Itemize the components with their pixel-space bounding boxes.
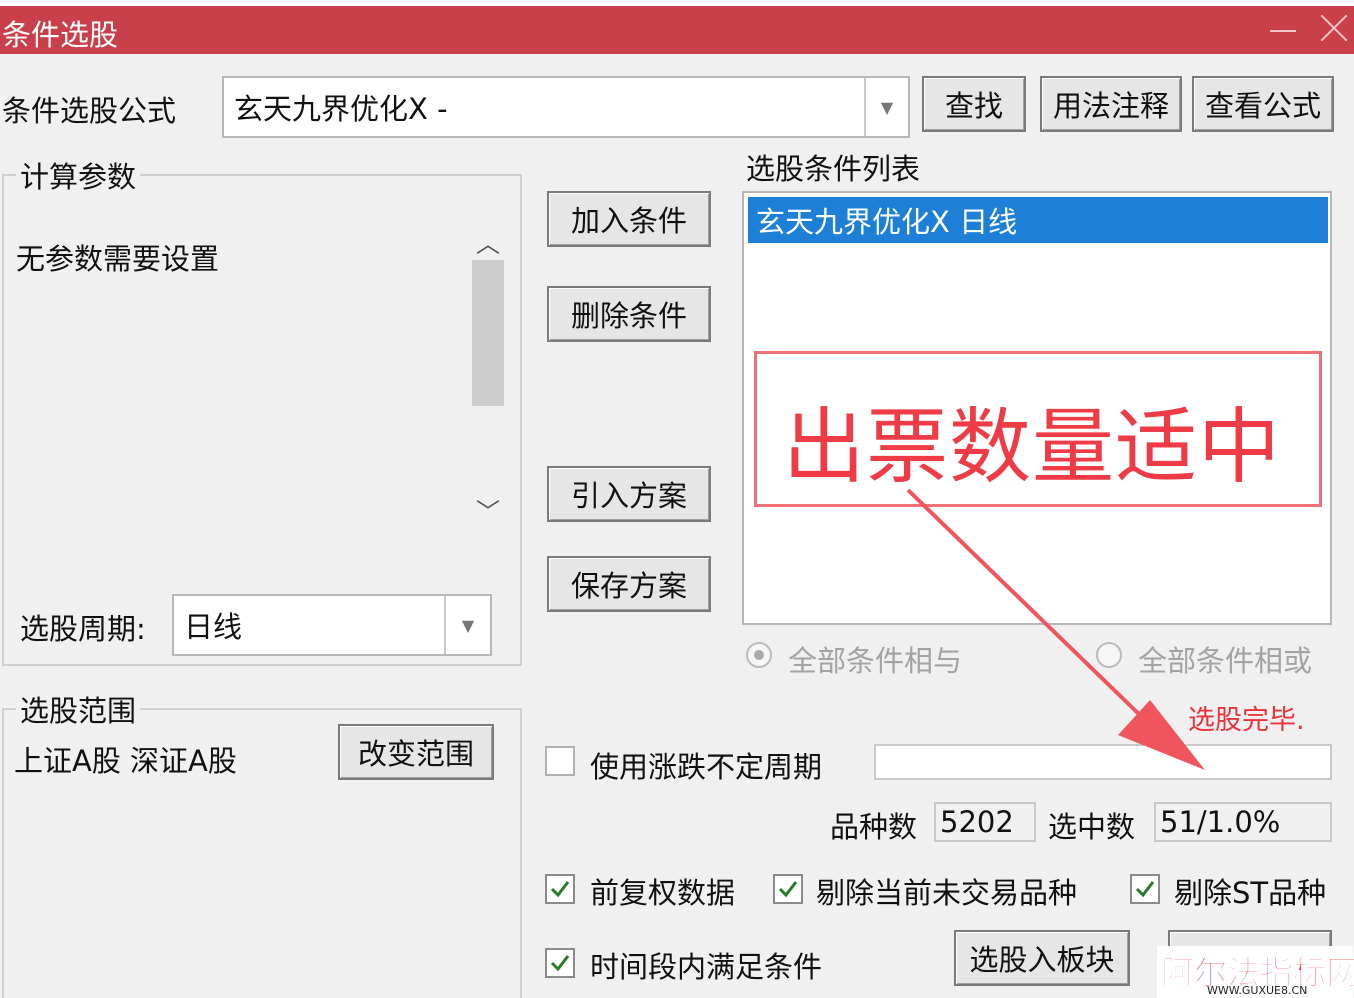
watermark-sub: WWW.GUXUE8.CN [1207,984,1308,997]
formula-dropdown[interactable]: 玄天九界优化X - ▼ [222,76,910,138]
scroll-up-icon[interactable]: ︿ [468,222,508,260]
checkmark-icon [550,955,570,972]
range-group-label: 选股范围 [16,688,141,730]
title-bar: 条件选股 [0,0,1354,54]
scroll-down-icon[interactable]: ﹀ [468,490,508,528]
time-range-checkbox[interactable] [545,948,575,978]
change-range-button[interactable]: 改变范围 [338,724,494,780]
minimize-icon[interactable] [1270,30,1296,32]
find-button[interactable]: 查找 [922,76,1026,132]
range-value: 上证A股 深证A股 [14,744,237,778]
exclude-untraded-checkbox[interactable] [773,874,803,904]
radio-all-or[interactable] [1096,642,1122,668]
formula-value: 玄天九界优化X - [234,92,448,126]
chevron-down-icon[interactable]: ▼ [444,596,490,654]
scroll-thumb[interactable] [472,260,504,406]
delete-condition-button[interactable]: 删除条件 [547,286,711,342]
exclude-st-checkbox[interactable] [1130,874,1160,904]
radio-all-or-label: 全部条件相或 [1138,644,1313,678]
variable-period-input[interactable] [874,744,1332,780]
time-range-label: 时间段内满足条件 [590,950,823,984]
chevron-down-icon[interactable]: ▼ [864,78,908,136]
forward-adjust-checkbox[interactable] [545,874,575,904]
formula-label: 条件选股公式 [2,94,177,128]
params-scrollbar[interactable]: ︿ ﹀ [468,220,508,530]
usage-notes-button[interactable]: 用法注释 [1040,76,1182,132]
annotation-box: 出票数量适中 [754,351,1322,507]
import-plan-button[interactable]: 引入方案 [547,466,711,522]
params-text: 无参数需要设置 [16,242,220,276]
count-label: 品种数 [830,810,918,844]
checkmark-icon [550,881,570,898]
radio-all-and[interactable] [746,642,772,668]
variable-period-label: 使用涨跌不定周期 [590,750,823,784]
selected-count-label: 选中数 [1048,810,1136,844]
period-value: 日线 [184,610,243,644]
period-dropdown[interactable]: 日线 ▼ [172,594,492,656]
annotation-text: 出票数量适中 [783,400,1282,495]
close-icon[interactable] [1318,12,1350,44]
exclude-st-label: 剔除ST品种 [1174,876,1327,910]
selected-count-value: 51/1.0% [1154,802,1332,842]
variable-period-checkbox[interactable] [545,746,575,776]
checkmark-icon [1135,881,1155,898]
radio-all-and-label: 全部条件相与 [788,644,963,678]
add-to-block-button[interactable]: 选股入板块 [954,930,1130,986]
add-condition-button[interactable]: 加入条件 [547,191,711,247]
window-title: 条件选股 [2,18,119,52]
watermark: 阿尔法指标网 WWW.GUXUE8.CN [1157,946,1354,998]
period-label: 选股周期: [20,612,146,646]
forward-adjust-label: 前复权数据 [590,876,736,910]
status-text: 选股完毕. [1188,705,1305,736]
list-item[interactable]: 玄天九界优化X 日线 [748,197,1328,243]
exclude-untraded-label: 剔除当前未交易品种 [816,876,1078,910]
view-formula-button[interactable]: 查看公式 [1192,76,1334,132]
conditions-list-label: 选股条件列表 [746,152,921,186]
checkmark-icon [778,881,798,898]
count-value: 5202 [934,802,1036,842]
params-group-label: 计算参数 [16,154,141,196]
save-plan-button[interactable]: 保存方案 [547,556,711,612]
condition-stock-picker-window: 条件选股 条件选股公式 玄天九界优化X - ▼ 查找 用法注释 查看公式 计算参… [0,0,1354,998]
